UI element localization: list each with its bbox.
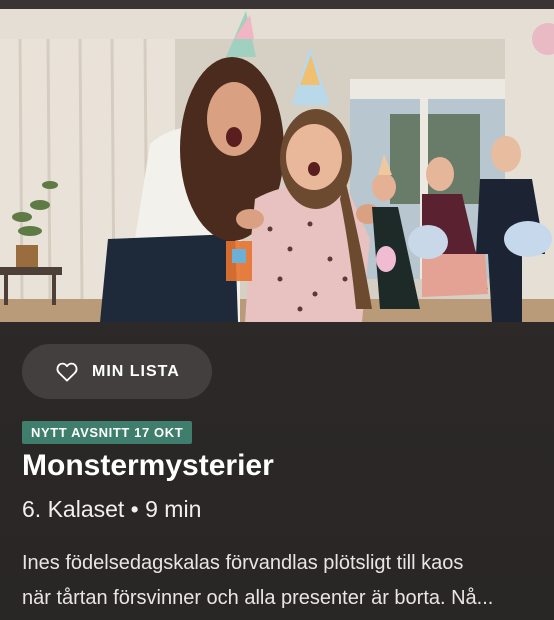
description-line-1: Ines födelsedagskalas förvandlas plötsli… (22, 552, 464, 574)
description-line-2: när tårtan försvinner och alla presenter… (22, 587, 494, 609)
program-title: Monstermysterier (22, 449, 274, 482)
episode-description[interactable]: Ines födelsedagskalas förvandlas plötsli… (22, 546, 542, 616)
party-scene-illustration (0, 9, 554, 322)
my-list-button[interactable]: MIN LISTA (22, 344, 212, 399)
my-list-label: MIN LISTA (92, 362, 180, 380)
heart-outline-icon (56, 362, 78, 382)
episode-info: 6. Kalaset • 9 min (22, 496, 202, 522)
top-strip (0, 0, 554, 9)
new-episode-badge: NYTT AVSNITT 17 OKT (22, 421, 193, 444)
hero-image[interactable] (0, 9, 554, 322)
episode-screen: MIN LISTA NYTT AVSNITT 17 OKT Monstermys… (0, 0, 554, 620)
